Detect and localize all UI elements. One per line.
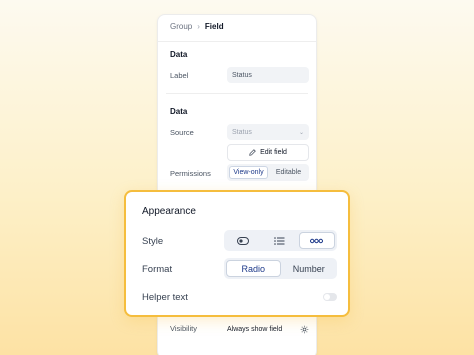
style-label: Style (142, 236, 164, 247)
inline-dots-icon (310, 238, 324, 243)
permissions-option-view-only[interactable]: View-only (229, 166, 268, 179)
chevron-down-icon: ⌄ (298, 129, 304, 136)
breadcrumb-current: Field (204, 22, 224, 31)
gear-icon[interactable] (300, 325, 309, 334)
style-option-toggle[interactable] (226, 232, 260, 249)
section-title-data-2: Data (170, 107, 188, 116)
breadcrumb-parent[interactable]: Group (170, 22, 192, 31)
divider (158, 41, 316, 42)
helper-text-label: Helper text (142, 292, 188, 303)
section-title-data: Data (170, 50, 188, 59)
edit-field-button[interactable]: Edit field (227, 144, 309, 161)
style-segmented-control (224, 230, 337, 251)
list-icon (274, 236, 285, 245)
helper-text-toggle[interactable] (323, 293, 337, 301)
label-input[interactable]: Status (227, 67, 309, 83)
pencil-icon (249, 149, 256, 156)
format-label: Format (142, 264, 173, 275)
permissions-segmented-control: View-only Editable (227, 164, 309, 181)
permissions-option-editable[interactable]: Editable (270, 166, 307, 179)
source-select[interactable]: Status ⌄ (227, 124, 309, 140)
breadcrumb-separator: › (197, 22, 200, 31)
format-option-radio-label: Radio (241, 263, 265, 274)
style-option-list[interactable] (262, 232, 296, 249)
breadcrumb: Group › Field (170, 22, 224, 31)
visibility-value: Always show field (227, 325, 283, 333)
format-option-number[interactable]: Number (283, 260, 336, 277)
format-option-number-label: Number (292, 263, 325, 274)
format-segmented-control: Radio Number (224, 258, 337, 279)
source-label: Source (170, 128, 194, 137)
appearance-title: Appearance (142, 206, 196, 217)
visibility-control[interactable]: Always show field (227, 323, 309, 335)
appearance-card: Appearance Style Format Radio Number Hel… (124, 190, 350, 317)
source-select-value: Status (232, 128, 252, 136)
permissions-label: Permissions (170, 169, 211, 178)
divider (166, 93, 308, 94)
format-option-radio[interactable]: Radio (226, 260, 281, 277)
label-field-label: Label (170, 71, 189, 80)
style-option-inline[interactable] (298, 232, 335, 249)
label-input-value: Status (232, 71, 252, 79)
toggle-icon (237, 236, 250, 245)
edit-field-label: Edit field (260, 149, 287, 156)
visibility-label: Visibility (170, 324, 197, 333)
